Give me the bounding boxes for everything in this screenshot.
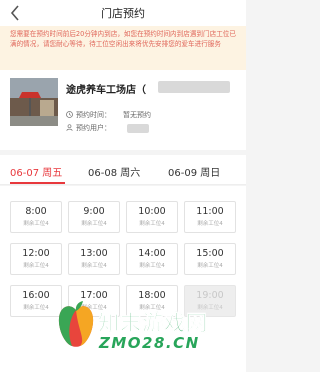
slot-remaining: 剩余工位4 xyxy=(23,305,49,311)
appointment-user: 预约用户： xyxy=(66,123,111,133)
time-slot[interactable]: 10:00 剩余工位4 xyxy=(126,201,178,233)
time-slot[interactable]: 11:00 剩余工位4 xyxy=(184,201,236,233)
active-tab-indicator xyxy=(10,182,65,184)
time-slot[interactable]: 12:00 剩余工位4 xyxy=(10,243,62,275)
time-slot[interactable]: 16:00 剩余工位4 xyxy=(10,285,62,317)
appointment-time: 预约时间： 暂无预约 xyxy=(66,110,151,120)
slot-time: 18:00 xyxy=(138,290,166,301)
slot-time: 16:00 xyxy=(22,290,50,301)
time-slot[interactable]: 9:00 剩余工位4 xyxy=(68,201,120,233)
user-icon xyxy=(66,124,73,131)
store-photo xyxy=(10,78,58,126)
watermark-text: 知末游戏网 xyxy=(98,311,208,336)
time-label: 预约时间： xyxy=(76,111,111,119)
tab-date-3[interactable]: 06-09 周日 xyxy=(168,164,220,179)
clock-icon xyxy=(66,111,73,118)
slot-remaining: 剩余工位4 xyxy=(23,221,49,227)
notice-banner: 您需要在预约时间前后20分钟内到店，如您在预约时间内到店遇到门店工位已满的情况，… xyxy=(0,26,246,70)
store-card: 途虎养车工场店（ 预约时间： 暂无预约 预约用户： xyxy=(0,70,246,150)
slot-time: 19:00 xyxy=(196,290,224,301)
date-tabs: 06-07 周五 06-08 周六 06-09 周日 xyxy=(0,155,246,185)
redacted-text xyxy=(158,81,230,93)
slot-remaining: 剩余工位4 xyxy=(197,263,223,269)
slot-time: 8:00 xyxy=(25,206,47,217)
user-label: 预约用户： xyxy=(76,124,111,132)
slot-time: 15:00 xyxy=(196,248,224,259)
tab-date-2[interactable]: 06-08 周六 xyxy=(88,164,140,179)
slot-remaining: 剩余工位4 xyxy=(197,221,223,227)
slot-time: 12:00 xyxy=(22,248,50,259)
tab-date-1[interactable]: 06-07 周五 xyxy=(10,164,62,179)
slot-remaining: 剩余工位4 xyxy=(81,221,107,227)
nav-bar: 门店预约 xyxy=(0,0,246,26)
page-title: 门店预约 xyxy=(101,7,145,20)
time-slot[interactable]: 8:00 剩余工位4 xyxy=(10,201,62,233)
time-slot[interactable]: 15:00 剩余工位4 xyxy=(184,243,236,275)
slot-remaining: 剩余工位4 xyxy=(23,263,49,269)
time-slot[interactable]: 14:00 剩余工位4 xyxy=(126,243,178,275)
slot-time: 10:00 xyxy=(138,206,166,217)
watermark-logo-icon xyxy=(56,300,96,350)
slot-remaining: 剩余工位4 xyxy=(81,263,107,269)
time-value: 暂无预约 xyxy=(123,111,151,119)
slot-remaining: 剩余工位4 xyxy=(139,221,165,227)
slot-time: 13:00 xyxy=(80,248,108,259)
slot-time: 9:00 xyxy=(83,206,105,217)
slot-time: 14:00 xyxy=(138,248,166,259)
notice-text: 您需要在预约时间前后20分钟内到店，如您在预约时间内到店遇到门店工位已满的情况，… xyxy=(10,30,236,48)
time-slot[interactable]: 13:00 剩余工位4 xyxy=(68,243,120,275)
redacted-user xyxy=(127,124,149,133)
slot-remaining: 剩余工位4 xyxy=(139,263,165,269)
watermark-domain: ZMO28.CN xyxy=(99,334,200,352)
store-name: 途虎养车工场店（ xyxy=(66,85,146,96)
slot-time: 11:00 xyxy=(196,206,224,217)
